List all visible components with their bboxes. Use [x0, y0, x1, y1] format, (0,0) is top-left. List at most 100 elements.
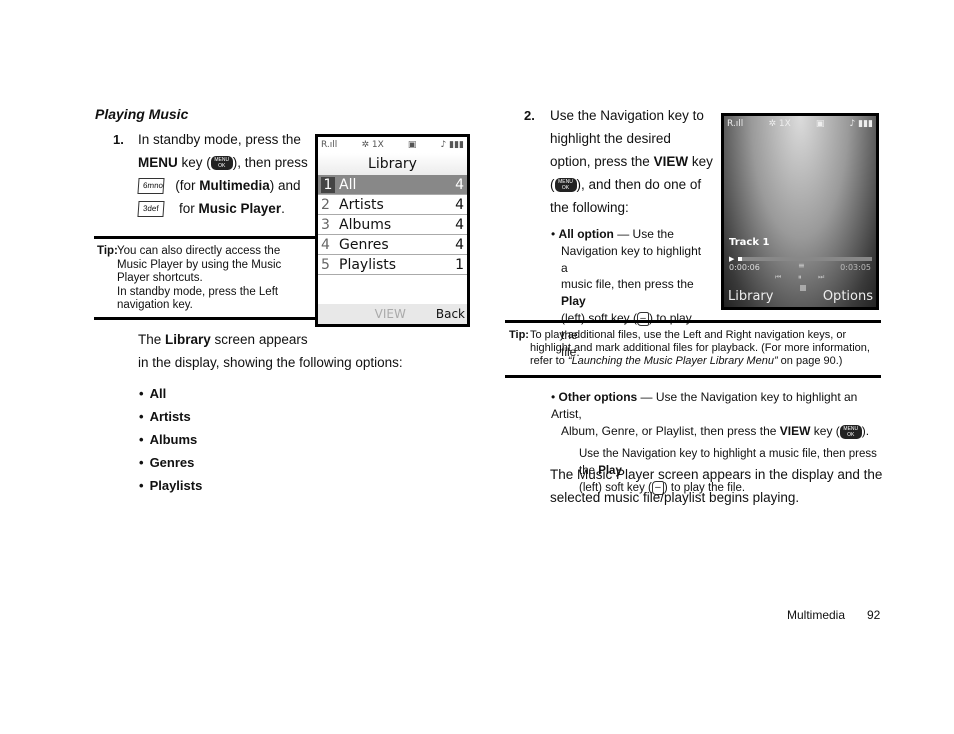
menu-lines-icon: ≡ [798, 261, 805, 270]
library-list: 1 All 4 2 Artists 4 3 Albums 4 4 Genres 4 5 Playlists… [318, 175, 467, 275]
key-3-icon: 3def [137, 201, 165, 218]
tip-1-body: You can also directly access the Music Pl… [97, 245, 312, 313]
pause-icon[interactable]: ⏸ [798, 273, 802, 282]
play-indicator-icon: ▶ [729, 255, 735, 263]
track-title: Track 1 [729, 237, 770, 248]
step-2-line-2: highlight the desired [550, 131, 671, 146]
footer-section: Multimedia [787, 608, 846, 622]
menu-ok-key-icon: MENU OK [554, 178, 577, 193]
step-1-line-2: MENU key (MENU OK), then press [138, 155, 308, 171]
item-number: 3 [321, 216, 330, 233]
library-caption: The Library screen appears in the displa… [138, 328, 403, 374]
step-2-line-3: option, press the VIEW key [550, 154, 713, 169]
library-screen: R.ıll ✲ 1X ▣ ♪ ▮▮▮ Library 1 All 4 2 Artists… [315, 134, 470, 327]
total-time: 0:03:05 [840, 263, 871, 272]
item-label: Genres [339, 236, 389, 253]
library-soft-key[interactable]: Library [728, 289, 773, 304]
tip-1-label: Tip: [97, 245, 118, 257]
step-1-line-3: 6mno (for Multimedia) and [137, 174, 308, 197]
elapsed-time: 0:00:06 [729, 263, 760, 272]
step-2-line-5: the following: [550, 200, 629, 215]
bluetooth-1x-icon: ✲ 1X [768, 119, 791, 129]
option-item: Albums [139, 428, 202, 451]
item-count: 4 [455, 176, 464, 193]
step-2-text: Use the Navigation key to highlight the … [550, 104, 713, 219]
step-1-line-1: In standby mode, press the [138, 132, 301, 147]
status-bar: R.ıll ✲ 1X ▣ ♪ ▮▮▮ [318, 137, 467, 153]
bluetooth-1x-icon: ✲ 1X [361, 140, 384, 150]
back-soft-key[interactable]: Back [436, 307, 465, 321]
closing-line-2: selected music file/playlist begins play… [550, 490, 800, 505]
page-number: 92 [867, 608, 881, 622]
memory-card-icon: ▣ [815, 119, 825, 129]
tip-1-line: Music Player by using the Music [117, 258, 282, 271]
item-label: Artists [339, 196, 384, 213]
item-count: 1 [455, 256, 464, 273]
item-count: 4 [455, 236, 464, 253]
left-soft-key-icon: – [637, 311, 650, 326]
step-2-line-1: Use the Navigation key to [550, 108, 704, 123]
previous-icon[interactable]: ⏮ [775, 273, 781, 282]
memory-card-icon: ▣ [407, 140, 417, 150]
tip-2-line-2: highlight and mark additional files for … [530, 342, 870, 354]
progress-track[interactable] [738, 257, 872, 261]
item-count: 4 [455, 216, 464, 233]
item-number: 5 [321, 256, 330, 273]
next-icon[interactable]: ⏭ [818, 273, 824, 282]
library-item-playlists[interactable]: 5 Playlists 1 [318, 255, 467, 275]
closing-text: The Music Player screen appears in the d… [550, 463, 882, 509]
options-list: AllArtistsAlbumsGenresPlaylists [139, 382, 203, 497]
step-1-number: 1. [113, 132, 124, 147]
section-title: Playing Music [95, 106, 189, 122]
tip-1: Tip: You can also directly access the Mus… [97, 245, 312, 313]
step-1-line-4: 3def for Music Player. [137, 197, 308, 220]
library-item-genres[interactable]: 4 Genres 4 [318, 235, 467, 255]
status-bar: R.ıll ✲ 1X ▣ ♪ ▮▮▮ [724, 116, 876, 132]
tip-2-label: Tip: [509, 329, 529, 341]
key-6-icon: 6mno [137, 178, 165, 195]
tip-1-top-rule [94, 236, 316, 239]
item-label: Albums [339, 216, 392, 233]
soft-key-bar: VIEW Back [318, 304, 467, 324]
tip-1-line: In standby mode, press the Left [117, 285, 279, 298]
item-number: 2 [321, 196, 330, 213]
menu-ok-key-icon: MENU OK [210, 156, 233, 171]
library-title: Library [318, 153, 467, 175]
step-2-number: 2. [524, 108, 535, 123]
view-soft-key[interactable]: VIEW [375, 307, 406, 321]
library-caption-line-2: in the display, showing the following op… [138, 355, 403, 370]
option-item: All [139, 382, 202, 405]
tip-2-line-1: To play additional files, use the Left a… [530, 329, 847, 341]
signal-icon: R.ıll [321, 140, 338, 150]
progress-fill [738, 257, 743, 261]
tip-1-line: Player shortcuts. [117, 272, 203, 284]
item-label: All [339, 176, 357, 193]
library-item-albums[interactable]: 3 Albums 4 [318, 215, 467, 235]
tip-2-bottom-rule [505, 375, 881, 378]
closing-line-1: The Music Player screen appears in the d… [550, 467, 883, 482]
all-option-line-2: Navigation key to highlight a [561, 243, 702, 275]
item-number: 1 [321, 176, 335, 193]
signal-icon: R.ıll [727, 119, 744, 129]
tip-1-line: You can also directly access the [117, 245, 281, 257]
options-soft-key[interactable]: Options [823, 289, 873, 304]
library-item-all[interactable]: 1 All 4 [318, 175, 467, 195]
music-battery-icon: ♪ ▮▮▮ [440, 140, 464, 150]
music-player-screen: R.ıll ✲ 1X ▣ ♪ ▮▮▮ Track 1 ▶ 0:00:06 0:0… [721, 113, 879, 310]
music-battery-icon: ♪ ▮▮▮ [849, 119, 873, 129]
tip-1-line: navigation key. [117, 299, 193, 311]
item-label: Playlists [339, 256, 397, 273]
tip-2-top-rule [505, 320, 881, 323]
stop-icon[interactable] [800, 285, 806, 291]
item-count: 4 [455, 196, 464, 213]
cross-reference-link[interactable]: “Launching the Music Player Library Menu… [568, 355, 778, 367]
tip-1-bottom-rule [94, 317, 316, 320]
step-1-text: In standby mode, press the MENU key (MEN… [137, 128, 308, 220]
option-item: Playlists [139, 474, 203, 497]
tip-2: Tip: To play additional files, use the L… [509, 329, 881, 368]
option-item: Artists [139, 405, 202, 428]
library-item-artists[interactable]: 2 Artists 4 [318, 195, 467, 215]
option-item: Genres [139, 451, 202, 474]
step-2-line-4: (MENU OK), and then do one of [550, 177, 702, 193]
menu-ok-key-icon: MENU OK [839, 424, 862, 439]
